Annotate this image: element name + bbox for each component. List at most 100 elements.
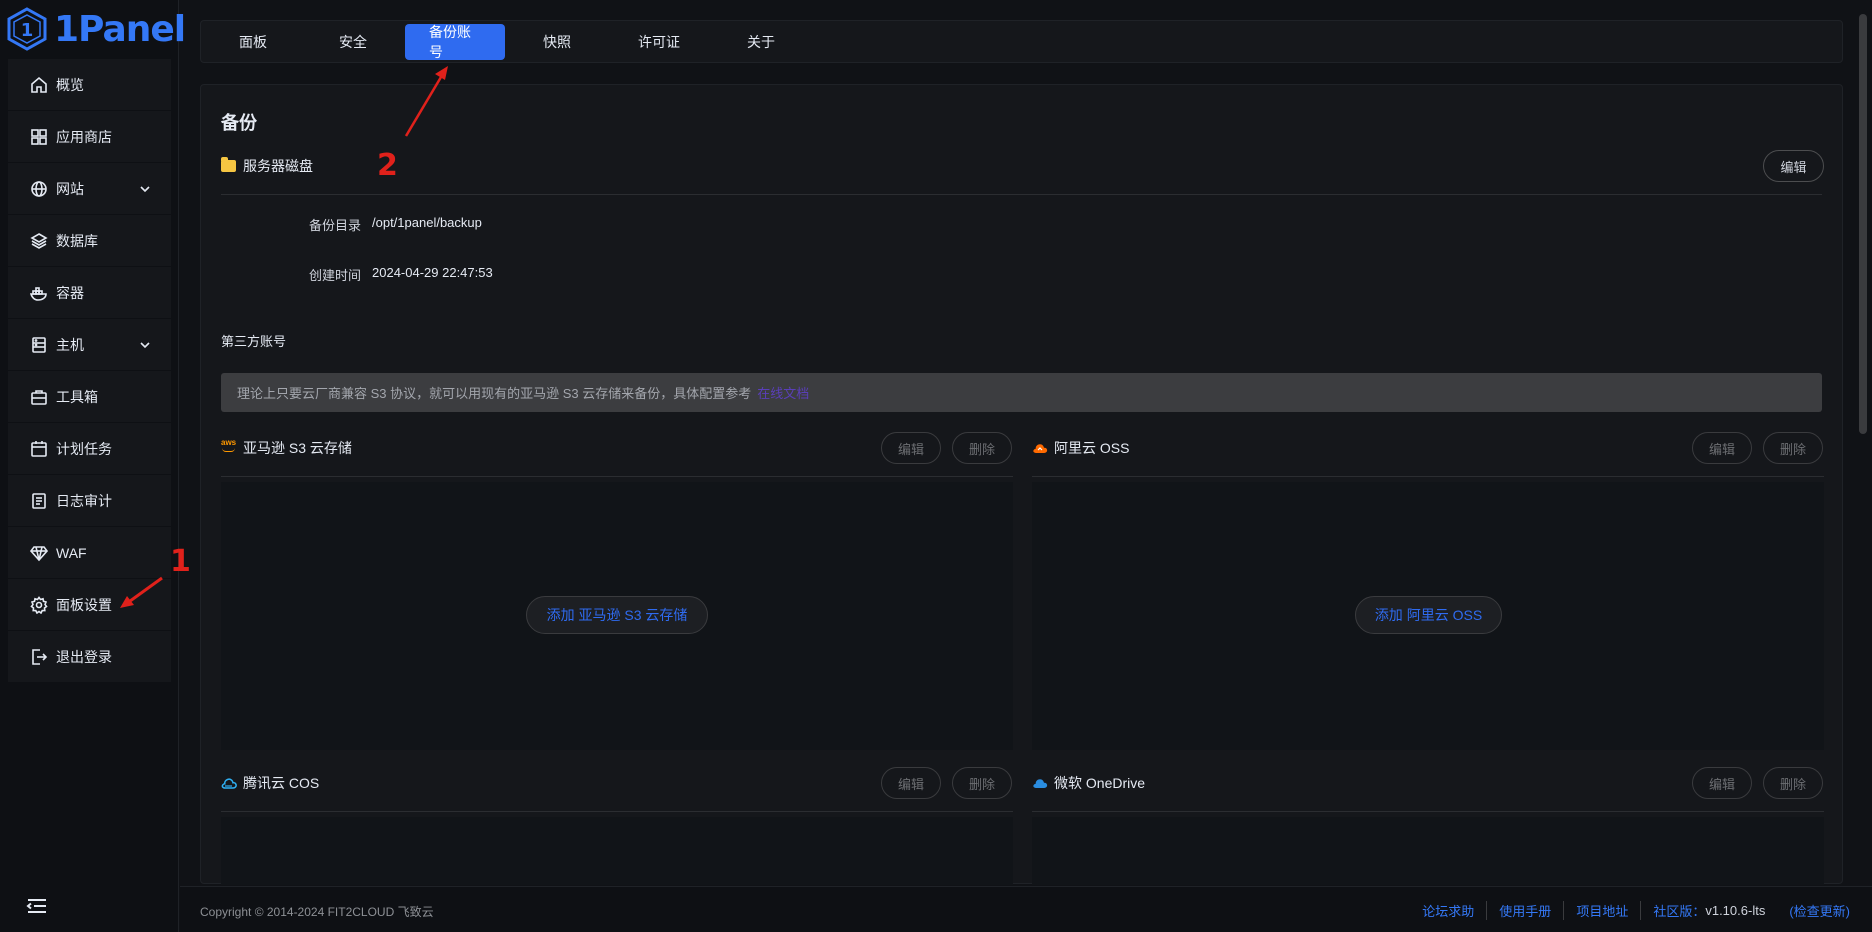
logout-icon xyxy=(32,648,48,665)
divider xyxy=(221,194,1822,195)
sidebar-item-toolbox[interactable]: 工具箱 xyxy=(8,371,171,423)
aws-delete-button[interactable]: 删除 xyxy=(952,432,1012,464)
aliyun-edit-button[interactable]: 编辑 xyxy=(1692,432,1752,464)
log-icon xyxy=(32,492,46,509)
sidebar-item-container[interactable]: 容器 xyxy=(8,267,171,319)
version-text: v1.10.6-lts xyxy=(1705,903,1766,918)
sidebar-item-label: 概览 xyxy=(56,76,84,93)
annotation-arrow-1 xyxy=(120,576,163,608)
sidebar-item-label: 退出登录 xyxy=(56,648,112,665)
collapse-sidebar-button[interactable] xyxy=(26,897,48,917)
backup-dir-label: 备份目录 xyxy=(308,218,361,233)
logo[interactable]: 1 1Panel xyxy=(6,4,186,54)
gear-icon xyxy=(30,595,48,614)
diamond-icon xyxy=(30,545,48,561)
sidebar-item-label: WAF xyxy=(56,544,87,561)
page-scrollbar[interactable] xyxy=(1859,0,1870,886)
sidebar-item-waf[interactable]: WAF xyxy=(8,527,171,579)
onedrive-edit-button[interactable]: 编辑 xyxy=(1692,767,1752,799)
add-aws-s3-button[interactable]: 添加 亚马逊 S3 云存储 xyxy=(526,596,708,634)
edit-local-button[interactable]: 编辑 xyxy=(1763,150,1824,182)
sidebar-item-app-store[interactable]: 应用商店 xyxy=(8,111,171,163)
logo-text: 1Panel xyxy=(54,8,186,50)
manual-link[interactable]: 使用手册 xyxy=(1487,901,1565,920)
provider-name: 微软 OneDrive xyxy=(1054,775,1146,791)
backup-dir-value: /opt/1panel/backup xyxy=(372,215,482,230)
sidebar-item-logs[interactable]: 日志审计 xyxy=(8,475,171,527)
sidebar-item-overview[interactable]: 概览 xyxy=(8,59,171,111)
chevron-down-icon xyxy=(140,341,150,348)
tab-snapshot[interactable]: 快照 xyxy=(509,24,605,60)
annotation-arrow-2 xyxy=(404,66,448,137)
provider-name: 腾讯云 COS xyxy=(243,775,320,791)
sidebar-item-label: 容器 xyxy=(56,284,84,301)
aliyun-delete-button[interactable]: 删除 xyxy=(1763,432,1823,464)
third-party-title: 第三方账号 xyxy=(221,334,287,349)
notice-text: 理论上只要云厂商兼容 S3 协议，就可以用现有的亚马逊 S3 云存储来备份，具体… xyxy=(237,386,752,401)
sidebar-item-label: 网站 xyxy=(56,180,84,197)
aws-edit-button[interactable]: 编辑 xyxy=(881,432,941,464)
tab-license[interactable]: 许可证 xyxy=(609,24,709,60)
sidebar-item-label: 应用商店 xyxy=(56,128,112,145)
sidebar: 1 1Panel 概览 应用商店 网站 数据库 容器 主机 工具箱 计划任务 日… xyxy=(0,0,186,932)
tencent-cos-card-body xyxy=(221,817,1013,885)
footer-links: 论坛求助 使用手册 项目地址 社区版： v1.10.6-lts (检查更新) xyxy=(1410,901,1850,920)
tab-security[interactable]: 安全 xyxy=(305,24,401,60)
edition-label: 社区版： xyxy=(1653,904,1706,919)
online-docs-link[interactable]: 在线文档 xyxy=(757,383,809,402)
divider xyxy=(221,476,1013,477)
sidebar-item-cron[interactable]: 计划任务 xyxy=(8,423,171,475)
layers-icon xyxy=(30,232,48,249)
annotation-step-2: 2 xyxy=(377,148,398,183)
calendar-icon xyxy=(31,440,47,457)
scrollbar-thumb[interactable] xyxy=(1859,14,1867,434)
aws-s3-card-body: 添加 亚马逊 S3 云存储 xyxy=(221,482,1013,750)
tab-about[interactable]: 关于 xyxy=(713,24,809,60)
toolbox-icon xyxy=(31,389,47,405)
page-title: 备份 xyxy=(221,113,257,133)
sidebar-item-label: 数据库 xyxy=(56,232,98,249)
onedrive-card-body xyxy=(1032,817,1824,885)
divider xyxy=(1032,811,1824,812)
project-link[interactable]: 项目地址 xyxy=(1564,901,1642,920)
sidebar-item-database[interactable]: 数据库 xyxy=(8,215,171,267)
local-disk-label: 服务器磁盘 xyxy=(243,158,313,174)
aliyun-oss-header: 阿里云 OSS xyxy=(1032,432,1129,464)
provider-name: 亚马逊 S3 云存储 xyxy=(243,440,352,456)
tab-backup-accounts[interactable]: 备份账号 xyxy=(405,23,505,60)
menu-fold-icon xyxy=(26,899,46,913)
onedrive-header: 微软 OneDrive xyxy=(1032,767,1145,799)
globe-icon xyxy=(31,180,47,197)
tab-panel[interactable]: 面板 xyxy=(205,24,301,60)
folder-icon xyxy=(221,157,236,172)
home-icon xyxy=(31,76,47,93)
divider xyxy=(1032,476,1824,477)
tencent-delete-button[interactable]: 删除 xyxy=(952,767,1012,799)
add-aliyun-oss-button[interactable]: 添加 阿里云 OSS xyxy=(1355,596,1502,634)
copyright-text: Copyright © 2014-2024 FIT2CLOUD 飞致云 xyxy=(200,905,434,919)
sidebar-item-label: 工具箱 xyxy=(56,388,98,405)
aws-s3-header: 亚马逊 S3 云存储 xyxy=(221,432,352,464)
tencent-cos-header: 腾讯云 COS xyxy=(221,767,319,799)
annotation-step-1: 1 xyxy=(170,544,191,579)
s3-notice: 理论上只要云厂商兼容 S3 协议，就可以用现有的亚马逊 S3 云存储来备份，具体… xyxy=(221,373,1822,412)
sidebar-item-label: 日志审计 xyxy=(56,492,112,509)
onedrive-delete-button[interactable]: 删除 xyxy=(1763,767,1823,799)
sidebar-item-website[interactable]: 网站 xyxy=(8,163,171,215)
forum-link[interactable]: 论坛求助 xyxy=(1410,901,1488,920)
sidebar-item-label: 面板设置 xyxy=(56,596,112,613)
aliyun-icon xyxy=(1033,444,1048,453)
check-update-link[interactable]: (检查更新) xyxy=(1777,901,1850,920)
docker-icon xyxy=(30,286,47,301)
tencent-edit-button[interactable]: 编辑 xyxy=(881,767,941,799)
sidebar-item-label: 计划任务 xyxy=(56,440,112,457)
grid-icon xyxy=(31,128,47,145)
tencent-cloud-icon xyxy=(221,778,237,789)
local-disk-header: 服务器磁盘 xyxy=(221,151,313,181)
sidebar-item-logout[interactable]: 退出登录 xyxy=(8,631,171,683)
divider xyxy=(221,811,1013,812)
sidebar-item-host[interactable]: 主机 xyxy=(8,319,171,371)
logo-hexagon-icon: 1 xyxy=(7,7,47,51)
chevron-down-icon xyxy=(140,185,150,192)
sidebar-item-label: 主机 xyxy=(56,336,84,353)
